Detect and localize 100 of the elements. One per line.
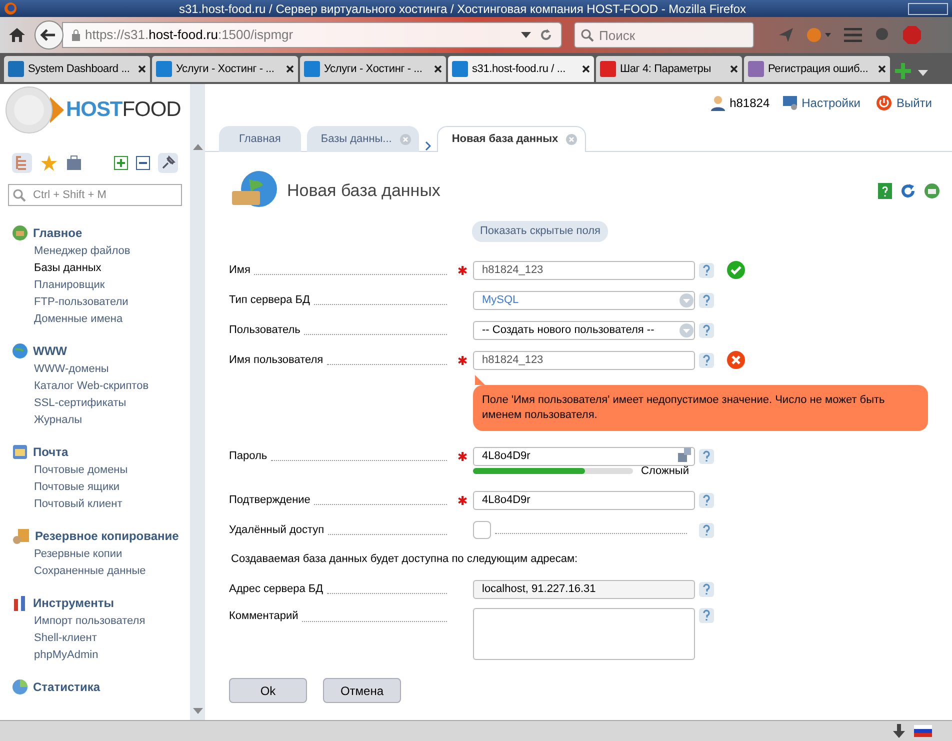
show-hidden-fields-button[interactable]: Показать скрытые поля <box>472 221 608 242</box>
search-icon <box>13 189 26 202</box>
input-field[interactable]: localhost, 91.227.16.31 <box>473 580 695 599</box>
menu-item[interactable]: Резервные копии <box>12 547 190 561</box>
logo-plate-icon <box>4 85 66 135</box>
download-icon[interactable] <box>892 724 906 738</box>
menu-item[interactable]: Доменные имена <box>12 312 190 326</box>
favicon-icon <box>600 61 616 77</box>
search-field[interactable]: Поиск <box>574 22 754 48</box>
menu-item[interactable]: Журналы <box>12 413 190 427</box>
back-icon[interactable] <box>34 20 64 50</box>
info-text: Создаваемая база данных будет доступна по следующим адресам: <box>230 552 579 568</box>
menu-group-title[interactable]: Главное <box>33 224 82 242</box>
help-book-icon[interactable] <box>878 183 892 199</box>
help-icon[interactable] <box>699 322 714 338</box>
browser-tab[interactable]: System Dashboard ... <box>4 56 150 82</box>
browser-tab[interactable]: s31.host-food.ru / ... <box>448 56 594 82</box>
strength-label: Сложный <box>641 464 689 479</box>
help-icon[interactable] <box>699 292 714 308</box>
app-tab[interactable]: Главная <box>219 126 301 152</box>
page-title: Новая база данных <box>287 180 442 202</box>
menu-group-title[interactable]: Резервное копирование <box>35 526 179 544</box>
browser-tab[interactable]: Услуги - Хостинг - ... <box>300 56 446 82</box>
close-icon[interactable] <box>878 65 886 73</box>
new-tab-icon[interactable] <box>892 60 914 82</box>
close-icon[interactable] <box>730 65 738 73</box>
help-icon[interactable] <box>699 522 714 538</box>
browser-tab[interactable]: Услуги - Хостинг - ... <box>152 56 298 82</box>
scroll-up-icon[interactable] <box>192 144 202 150</box>
user-name: h81824 <box>730 95 770 112</box>
scroll-down-icon[interactable] <box>192 708 202 714</box>
browser-tab[interactable]: Шаг 4: Параметры <box>596 56 742 82</box>
menu-item[interactable]: Базы данных <box>12 261 190 275</box>
address-bar[interactable]: https://s31.host-food.ru:1500/ispmgr <box>62 22 562 48</box>
help-icon[interactable] <box>699 352 714 368</box>
field-label: Адрес сервера БД <box>229 582 324 597</box>
briefcase-icon[interactable] <box>66 155 82 171</box>
star-icon[interactable] <box>40 154 58 172</box>
tree-icon[interactable] <box>12 153 32 173</box>
expand-icon[interactable] <box>114 156 128 170</box>
refresh-icon[interactable] <box>900 183 916 199</box>
select-field[interactable]: -- Создать нового пользователя -- <box>473 320 695 340</box>
sidebar-scrollbar[interactable] <box>190 84 205 720</box>
textarea-field[interactable] <box>473 608 695 660</box>
menu-group-title[interactable]: Почта <box>33 442 68 460</box>
tab-label: Регистрация ошиб... <box>768 62 870 77</box>
flag-icon <box>914 725 932 737</box>
dropdown-arrow-icon[interactable] <box>521 32 531 38</box>
browser-tab[interactable]: Регистрация ошиб... <box>744 56 890 82</box>
favicon-icon <box>156 61 172 77</box>
app-tab[interactable]: Новая база данных <box>436 126 586 152</box>
lock-icon <box>71 29 81 41</box>
menu-item[interactable]: FTP-пользователи <box>12 295 190 309</box>
menu-group-title[interactable]: WWW <box>33 342 67 360</box>
header-link[interactable]: Настройки <box>782 94 860 112</box>
reload-icon[interactable] <box>539 28 553 42</box>
menu-item[interactable]: Почтовые домены <box>12 463 190 477</box>
search-icon <box>581 29 594 42</box>
help-icon[interactable] <box>699 262 714 278</box>
menu-item[interactable]: Импорт пользователя <box>12 614 190 628</box>
send-icon[interactable] <box>778 27 794 43</box>
chevron-icon <box>424 141 431 151</box>
help-icon[interactable] <box>699 582 714 596</box>
menu-item[interactable]: SSL-сертификаты <box>12 396 190 410</box>
input-field[interactable]: h81824_123 <box>473 260 695 280</box>
form-button[interactable]: Ok <box>229 678 307 703</box>
browser-logo-icon <box>4 2 17 15</box>
app-tab[interactable]: Базы данны... <box>306 126 419 152</box>
header-link[interactable]: Выйти <box>876 94 932 112</box>
password-field[interactable]: 4L8o4D9r <box>473 446 695 466</box>
menu-icon[interactable] <box>844 28 862 42</box>
checkbox[interactable] <box>473 521 491 539</box>
field-label: Имя пользователя <box>229 352 324 368</box>
input-field[interactable]: h81824_123 <box>473 350 695 370</box>
menu-item[interactable]: Планировщик <box>12 278 190 292</box>
close-icon[interactable] <box>434 65 442 73</box>
menu-item[interactable]: Сохраненные данные <box>12 564 190 578</box>
menu-item[interactable]: Почтовые ящики <box>12 480 190 494</box>
close-icon[interactable] <box>138 65 146 73</box>
help-icon[interactable] <box>699 608 714 623</box>
menu-item[interactable]: Менеджер файлов <box>12 244 190 258</box>
menu-group-title[interactable]: Статистика <box>33 678 100 696</box>
field-label: Подтверждение <box>229 492 310 508</box>
menu-group-title[interactable]: Инструменты <box>33 594 114 612</box>
menu-item[interactable]: Shell-клиент <box>12 631 190 645</box>
close-icon[interactable] <box>286 65 294 73</box>
input-field[interactable]: 4L8o4D9r <box>473 490 695 510</box>
user-icon <box>710 95 726 111</box>
menu-search-field[interactable]: Ctrl + Shift + M <box>8 184 182 206</box>
form-button[interactable]: Отмена <box>323 678 401 703</box>
menu-item[interactable]: WWW-домены <box>12 362 190 376</box>
close-icon[interactable] <box>582 65 590 73</box>
home-icon[interactable] <box>8 27 26 43</box>
collapse-icon[interactable] <box>136 156 150 170</box>
help-icon[interactable] <box>699 448 714 464</box>
help-icon[interactable] <box>699 492 714 508</box>
menu-item[interactable]: Почтовый клиент <box>12 497 190 511</box>
menu-item[interactable]: Каталог Web-скриптов <box>12 379 190 393</box>
menu-item[interactable]: phpMyAdmin <box>12 648 190 662</box>
select-field[interactable]: MySQL <box>473 290 695 310</box>
